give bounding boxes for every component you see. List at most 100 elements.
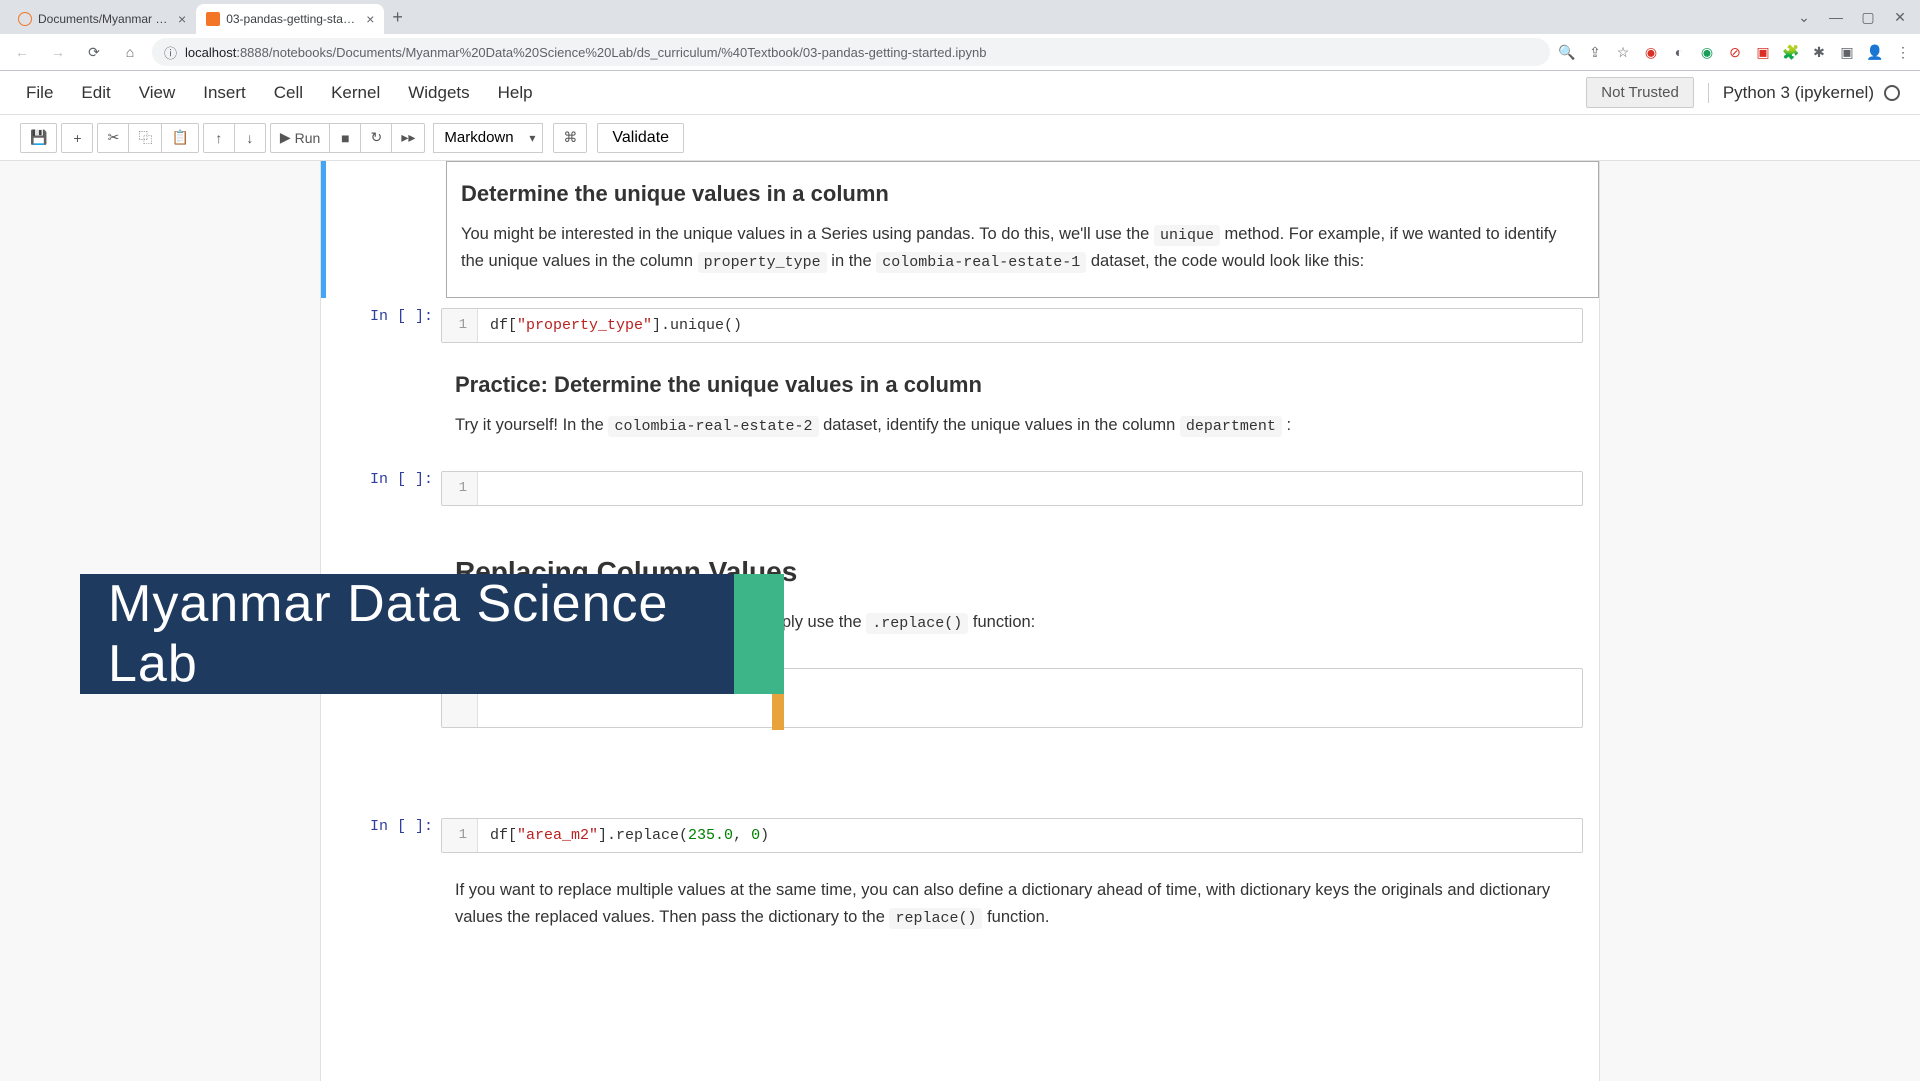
puzzle-icon[interactable]: ✱ bbox=[1810, 43, 1828, 61]
cell-prompt: In [ ]: bbox=[321, 461, 441, 516]
cell-prompt bbox=[321, 863, 441, 952]
browser-tab-notebook[interactable]: 03-pandas-getting-started - Jup × bbox=[196, 4, 384, 34]
more-menu-icon[interactable]: ⋮ bbox=[1894, 43, 1912, 61]
menu-kernel[interactable]: Kernel bbox=[331, 83, 380, 103]
inline-code: department bbox=[1180, 416, 1282, 437]
trust-button[interactable]: Not Trusted bbox=[1586, 77, 1694, 108]
watermark-text: Myanmar Data Science Lab bbox=[108, 574, 734, 694]
menu-widgets[interactable]: Widgets bbox=[408, 83, 469, 103]
extension-icon[interactable]: ◉ bbox=[1698, 43, 1716, 61]
inline-code: .replace() bbox=[866, 613, 968, 634]
kernel-indicator[interactable]: Python 3 (ipykernel) bbox=[1708, 83, 1900, 103]
code-body bbox=[478, 472, 1582, 505]
close-icon[interactable]: × bbox=[366, 11, 374, 27]
code-input[interactable]: 1 df["area_m2"].replace(235.0, 0) bbox=[441, 818, 1583, 853]
minimize-button[interactable]: — bbox=[1822, 3, 1850, 31]
heading: Determine the unique values in a column bbox=[461, 176, 1574, 211]
close-icon[interactable]: × bbox=[178, 11, 186, 27]
menu-file[interactable]: File bbox=[26, 83, 53, 103]
code-input[interactable]: 1 df["property_type"].unique() bbox=[441, 308, 1583, 343]
markdown-cell[interactable]: Determine the unique values in a column … bbox=[321, 161, 1599, 298]
back-button[interactable]: ← bbox=[8, 38, 36, 66]
tab-title: Documents/Myanmar Data Scien bbox=[38, 12, 168, 26]
extensions-menu-icon[interactable]: 🧩 bbox=[1782, 43, 1800, 61]
jupyter-notebook-icon bbox=[206, 12, 220, 26]
extension-icons: 🔍 ⇪ ☆ ◉ ◐ ◉ ⊘ ▣ 🧩 ✱ ▣ 👤 ⋮ bbox=[1558, 43, 1912, 61]
url-input[interactable]: ⓘ localhost:8888/notebooks/Documents/Mya… bbox=[152, 38, 1550, 66]
move-up-button[interactable]: ↑ bbox=[203, 123, 235, 153]
browser-tab-jupyter-home[interactable]: Documents/Myanmar Data Scien × bbox=[8, 4, 196, 34]
paragraph: Try it yourself! In the colombia-real-es… bbox=[455, 412, 1575, 439]
restart-button[interactable]: ↻ bbox=[360, 123, 392, 153]
toolbar: 💾 + ✂ ⿻ 📋 ↑ ↓ ▶ Run ■ ↻ ▸▸ Markdown ⌘ Va… bbox=[0, 115, 1920, 161]
cell-prompt bbox=[326, 161, 446, 298]
profile-avatar[interactable]: 👤 bbox=[1866, 43, 1884, 61]
add-cell-button[interactable]: + bbox=[61, 123, 93, 153]
menu-help[interactable]: Help bbox=[498, 83, 533, 103]
markdown-cell[interactable]: If you want to replace multiple values a… bbox=[321, 863, 1599, 952]
command-palette-button[interactable]: ⌘ bbox=[553, 123, 587, 153]
url-path: /notebooks/Documents/Myanmar%20Data%20Sc… bbox=[269, 45, 987, 60]
share-icon[interactable]: ⇪ bbox=[1586, 43, 1604, 61]
paste-button[interactable]: 📋 bbox=[161, 123, 198, 153]
reload-button[interactable]: ⟳ bbox=[80, 38, 108, 66]
sidepanel-icon[interactable]: ▣ bbox=[1838, 43, 1856, 61]
code-cell[interactable]: In [ ]: 1 df["property_type"].unique() bbox=[321, 298, 1599, 353]
home-button[interactable]: ⌂ bbox=[116, 38, 144, 66]
inline-code: colombia-real-estate-2 bbox=[608, 416, 818, 437]
cut-button[interactable]: ✂ bbox=[97, 123, 129, 153]
stop-button[interactable]: ■ bbox=[329, 123, 361, 153]
star-icon[interactable]: ☆ bbox=[1614, 43, 1632, 61]
watermark-banner: Myanmar Data Science Lab bbox=[80, 574, 784, 694]
code-body: df["property_type"].unique() bbox=[478, 309, 1582, 342]
ublock-icon[interactable]: ◉ bbox=[1642, 43, 1660, 61]
code-input[interactable]: 1 bbox=[441, 471, 1583, 506]
paragraph: If you want to replace multiple values a… bbox=[455, 877, 1575, 930]
inline-code: colombia-real-estate-1 bbox=[876, 252, 1086, 273]
inline-code: unique bbox=[1154, 225, 1220, 246]
kernel-status-icon bbox=[1884, 85, 1900, 101]
forward-button[interactable]: → bbox=[44, 38, 72, 66]
tab-bar: Documents/Myanmar Data Scien × 03-pandas… bbox=[0, 0, 1920, 34]
close-window-button[interactable]: ✕ bbox=[1886, 3, 1914, 31]
block-icon[interactable]: ⊘ bbox=[1726, 43, 1744, 61]
heading: Practice: Determine the unique values in… bbox=[455, 367, 1575, 402]
maximize-button[interactable]: ▢ bbox=[1854, 3, 1882, 31]
browser-chrome: Documents/Myanmar Data Scien × 03-pandas… bbox=[0, 0, 1920, 71]
watermark-tab bbox=[772, 694, 784, 730]
url-host: localhost bbox=[185, 45, 236, 60]
extension-icon[interactable]: ◐ bbox=[1670, 43, 1688, 61]
window-controls: ⌄ — ▢ ✕ bbox=[1790, 3, 1920, 31]
copy-button[interactable]: ⿻ bbox=[128, 123, 162, 153]
cell-prompt: In [ ]: bbox=[321, 298, 441, 353]
watermark-main: Myanmar Data Science Lab bbox=[80, 574, 734, 694]
info-icon: ⓘ bbox=[164, 43, 177, 62]
markdown-cell[interactable]: Practice: Determine the unique values in… bbox=[321, 353, 1599, 461]
code-cell[interactable]: In [ ]: 1 bbox=[321, 461, 1599, 516]
kernel-name: Python 3 (ipykernel) bbox=[1723, 83, 1874, 103]
cell-prompt bbox=[321, 353, 441, 461]
zoom-icon[interactable]: 🔍 bbox=[1558, 43, 1576, 61]
extension-icon[interactable]: ▣ bbox=[1754, 43, 1772, 61]
validate-button[interactable]: Validate bbox=[597, 123, 684, 153]
menu-view[interactable]: View bbox=[139, 83, 176, 103]
code-body: df["area_m2"].replace(235.0, 0) bbox=[478, 819, 1582, 852]
fast-forward-button[interactable]: ▸▸ bbox=[391, 123, 425, 153]
save-button[interactable]: 💾 bbox=[20, 123, 57, 153]
inline-code: replace() bbox=[889, 908, 982, 929]
menu-cell[interactable]: Cell bbox=[274, 83, 303, 103]
address-bar: ← → ⟳ ⌂ ⓘ localhost:8888/notebooks/Docum… bbox=[0, 34, 1920, 70]
paragraph: You might be interested in the unique va… bbox=[461, 221, 1574, 275]
jupyter-icon bbox=[18, 12, 32, 26]
chevron-down-icon[interactable]: ⌄ bbox=[1790, 3, 1818, 31]
inline-code: property_type bbox=[698, 252, 827, 273]
menu-insert[interactable]: Insert bbox=[203, 83, 246, 103]
new-tab-button[interactable]: + bbox=[384, 3, 411, 32]
code-cell[interactable]: In [ ]: 1 df["area_m2"].replace(235.0, 0… bbox=[321, 808, 1599, 863]
watermark-accent bbox=[734, 574, 784, 694]
move-down-button[interactable]: ↓ bbox=[234, 123, 266, 153]
cell-type-select[interactable]: Markdown bbox=[433, 123, 543, 153]
run-button[interactable]: ▶ Run bbox=[270, 123, 330, 153]
cell-prompt: In [ ]: bbox=[321, 808, 441, 863]
menu-edit[interactable]: Edit bbox=[81, 83, 110, 103]
